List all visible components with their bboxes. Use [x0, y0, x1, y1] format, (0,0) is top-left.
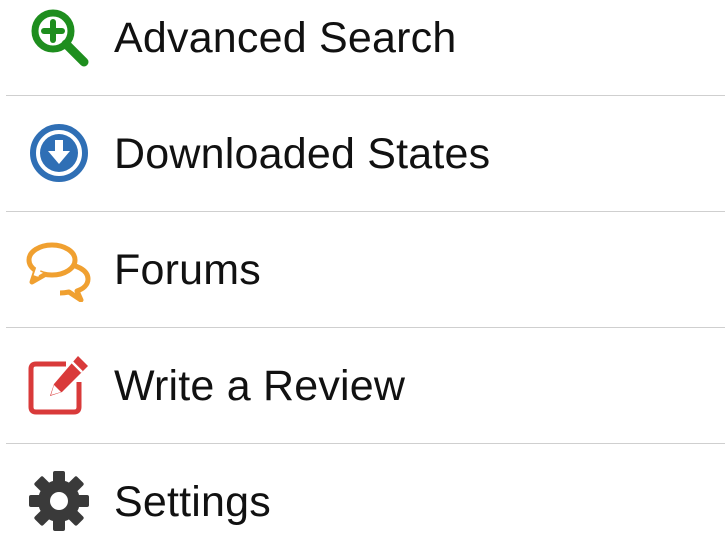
download-circle-icon — [26, 120, 92, 186]
search-plus-icon — [26, 4, 92, 70]
edit-icon — [26, 352, 92, 418]
menu-list: Advanced Search Downloaded States Forums — [0, 0, 725, 535]
menu-item-label: Downloaded States — [114, 130, 491, 178]
menu-item-forums[interactable]: Forums — [0, 212, 725, 328]
menu-item-downloaded-states[interactable]: Downloaded States — [0, 96, 725, 212]
chat-bubbles-icon — [26, 236, 92, 302]
menu-item-label: Advanced Search — [114, 14, 457, 62]
menu-item-advanced-search[interactable]: Advanced Search — [0, 0, 725, 96]
menu-item-write-review[interactable]: Write a Review — [0, 328, 725, 444]
menu-item-label: Forums — [114, 246, 261, 294]
menu-item-label: Settings — [114, 478, 271, 526]
menu-item-label: Write a Review — [114, 362, 406, 410]
gear-icon — [26, 468, 92, 534]
menu-item-settings[interactable]: Settings — [0, 444, 725, 560]
